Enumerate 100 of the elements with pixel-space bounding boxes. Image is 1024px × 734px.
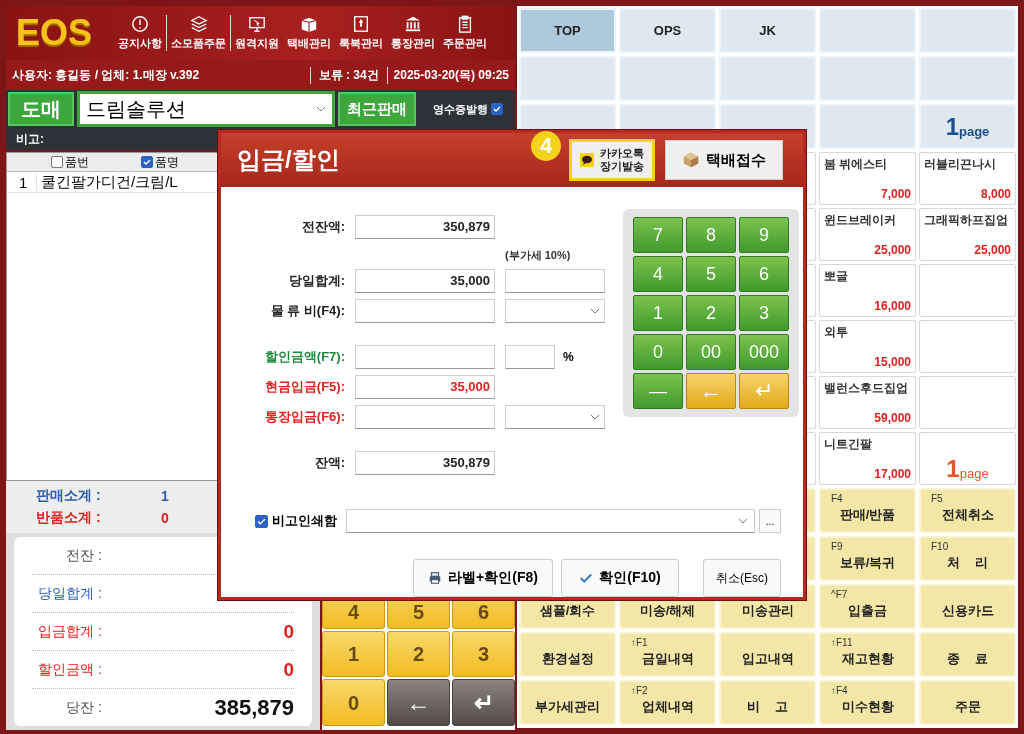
column-checkbox[interactable]: [51, 156, 63, 168]
product-name: 밸런스후드집업: [824, 380, 909, 397]
parcel-button[interactable]: 택배접수: [665, 140, 783, 180]
subtotal-label: 판매소계 :: [36, 487, 102, 505]
product-button[interactable]: 니트긴팔 17,000: [819, 432, 916, 485]
product-button[interactable]: 밸런스후드집업 59,000: [819, 376, 916, 429]
nav-button[interactable]: 소모품주문: [167, 15, 231, 51]
function-button[interactable]: ↑F4 미수현황: [819, 680, 916, 725]
category-tab[interactable]: OPS: [619, 8, 716, 53]
function-button[interactable]: 환경설정: [519, 632, 616, 677]
function-button[interactable]: 종 료: [919, 632, 1016, 677]
chat-icon: [580, 153, 594, 167]
product-button[interactable]: 봄 뷔에스티 7,000: [819, 152, 916, 205]
amount-field[interactable]: 35,000: [355, 375, 495, 399]
check-icon: [579, 571, 594, 585]
nav-button[interactable]: 공지사항: [114, 15, 167, 51]
keypad-key[interactable]: ←: [387, 679, 450, 726]
page-indicator[interactable]: 1page: [919, 104, 1016, 149]
function-button[interactable]: 비 고: [719, 680, 816, 725]
keypad-key[interactable]: 0: [322, 679, 385, 726]
memo-label: 비고:: [16, 130, 44, 148]
nav-button[interactable]: 주문관리: [439, 15, 491, 51]
product-price: 17,000: [873, 467, 911, 481]
amount-field[interactable]: 35,000: [355, 269, 495, 293]
amount-field[interactable]: 350,879: [355, 451, 495, 475]
dialog-title: 입금/할인: [237, 145, 340, 175]
layers-icon: [189, 15, 208, 33]
function-button[interactable]: ↑F2 업체내역: [619, 680, 716, 725]
function-button[interactable]: 주문: [919, 680, 1016, 725]
page-indicator[interactable]: 1page: [919, 432, 1016, 485]
summary-label: 할인금액 :: [37, 660, 102, 679]
field-label: 현금입금(F5):: [263, 378, 345, 396]
function-button[interactable]: F5 전체취소: [919, 488, 1016, 533]
category-tab[interactable]: JK: [719, 8, 816, 53]
keypad-key[interactable]: 3: [452, 630, 515, 678]
keypad-key[interactable]: ↵: [452, 679, 515, 726]
nav-button[interactable]: 택배관리: [283, 15, 335, 51]
book-icon: [352, 15, 370, 33]
cancel-button[interactable]: 취소(Esc): [703, 559, 781, 597]
subtotal-value: 1: [161, 488, 169, 504]
function-button[interactable]: 입고내역: [719, 632, 816, 677]
function-button[interactable]: F10 처 리: [919, 536, 1016, 581]
nav-button[interactable]: 룩북관리: [335, 15, 387, 51]
dropdown-field[interactable]: [505, 299, 605, 323]
function-button[interactable]: F9 보류/복귀: [819, 536, 916, 581]
keypad-key[interactable]: 2: [387, 630, 450, 678]
nav-button[interactable]: 원격지원: [231, 15, 283, 51]
percent-field[interactable]: [505, 345, 555, 369]
product-button[interactable]: 윈드브레이커 25,000: [819, 208, 916, 261]
product-name: 니트긴팔: [824, 436, 873, 453]
box-icon: [300, 15, 318, 33]
summary-label: 당잔 :: [65, 698, 102, 717]
app-logo: EOS: [16, 12, 94, 54]
product-price: 16,000: [873, 299, 911, 313]
product-button[interactable]: 러블리끈나시 8,000: [919, 152, 1016, 205]
function-button[interactable]: 부가세관리: [519, 680, 616, 725]
receipt-label: 영수증발행: [433, 101, 488, 117]
amount-field[interactable]: [355, 299, 495, 323]
product-name: 봄 뷔에스티: [824, 156, 889, 173]
column-checkbox[interactable]: [141, 156, 153, 168]
product-button[interactable]: [919, 264, 1016, 317]
product-button[interactable]: 뽀글 16,000: [819, 264, 916, 317]
product-name: 러블리끈나시: [924, 156, 997, 173]
kakao-send-button[interactable]: 카카오톡 장기발송: [572, 142, 652, 178]
customer-select[interactable]: 드림솔루션: [77, 91, 335, 127]
function-button[interactable]: ↑F1 금일내역: [619, 632, 716, 677]
column-header: 품명: [155, 153, 179, 171]
receipt-checkbox[interactable]: [491, 103, 503, 115]
confirm-button[interactable]: 확인(F10): [561, 559, 679, 597]
memo-dropdown[interactable]: [346, 509, 755, 533]
product-name: 윈드브레이커: [824, 212, 897, 229]
box-icon: [682, 151, 700, 169]
function-button[interactable]: 신용카드: [919, 584, 1016, 629]
product-button[interactable]: [919, 376, 1016, 429]
summary-value: 0: [283, 620, 294, 643]
amount-field[interactable]: 350,879: [355, 215, 495, 239]
nav-button[interactable]: 통장관리: [387, 15, 439, 51]
field-label: 물 류 비(F4):: [269, 302, 345, 320]
memo-print-checkbox[interactable]: [255, 514, 268, 528]
product-button[interactable]: [919, 320, 1016, 373]
function-button[interactable]: ^F7 입출금: [819, 584, 916, 629]
field-label: 통장입금(F6):: [263, 408, 345, 426]
product-button[interactable]: 외투 15,000: [819, 320, 916, 373]
product-name: 뽀글: [824, 268, 849, 285]
vat-field[interactable]: [505, 269, 605, 293]
function-button[interactable]: ↑F11 재고현황: [819, 632, 916, 677]
label-confirm-button[interactable]: 라벨+확인(F8): [413, 559, 553, 597]
dropdown-field[interactable]: [505, 405, 605, 429]
category-tab[interactable]: TOP: [519, 8, 616, 53]
product-price: 59,000: [873, 411, 911, 425]
amount-field[interactable]: [355, 405, 495, 429]
amount-field[interactable]: [355, 345, 495, 369]
clipboard-icon: [456, 15, 474, 33]
percent-sign: %: [563, 350, 574, 364]
field-label: 잔액:: [313, 454, 345, 472]
more-button[interactable]: ...: [759, 509, 781, 533]
function-button[interactable]: F4 판매/반품: [819, 488, 916, 533]
user-info: 사용자: 홍길동 / 업체: 1.매장 v.392: [12, 66, 201, 84]
product-button[interactable]: 그래픽하프집업 25,000: [919, 208, 1016, 261]
keypad-key[interactable]: 1: [322, 630, 385, 678]
